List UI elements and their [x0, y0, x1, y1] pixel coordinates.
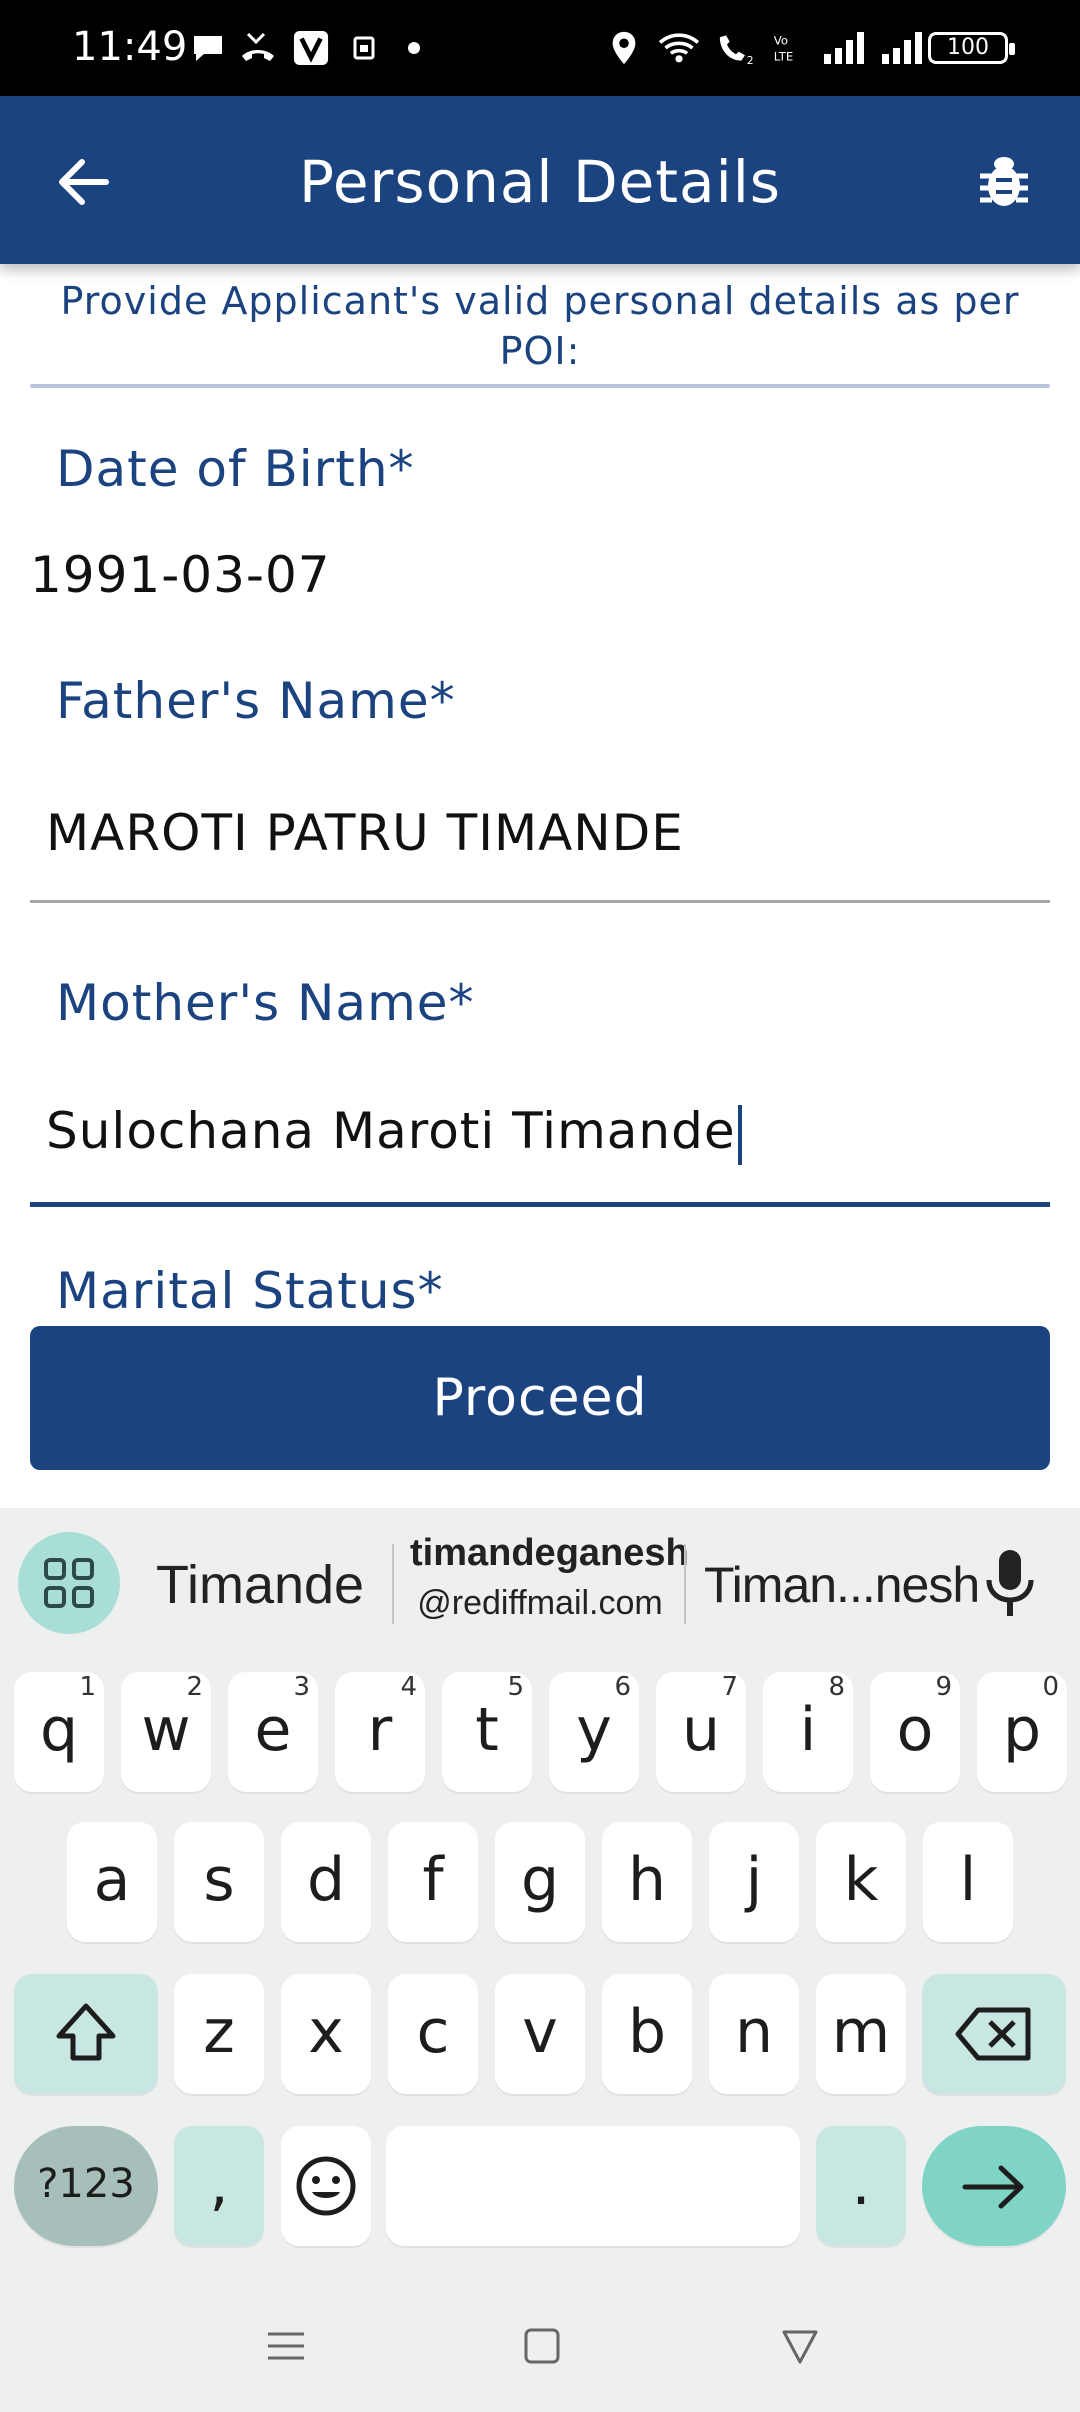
- key-h[interactable]: h: [602, 1822, 692, 1942]
- signal-2-icon: [882, 32, 922, 64]
- mother-name-input[interactable]: Sulochana Maroti Timande: [46, 1102, 742, 1165]
- emoji-key[interactable]: [281, 2126, 371, 2246]
- status-time: 11:49: [72, 24, 188, 70]
- back-nav-icon[interactable]: [776, 2322, 824, 2370]
- on-screen-keyboard: Timande timandeganesh @rediffmail.com Ti…: [0, 1508, 1080, 2284]
- chat-icon: [194, 36, 222, 61]
- divider: [30, 384, 1050, 388]
- dob-field[interactable]: 1991-03-07: [30, 546, 331, 604]
- key-v[interactable]: v: [495, 1974, 585, 2094]
- enter-key[interactable]: [922, 2126, 1066, 2246]
- apps-grid-button[interactable]: [18, 1532, 120, 1634]
- mother-name-text: Sulochana Maroti Timande: [46, 1102, 736, 1160]
- location-icon: [612, 31, 636, 65]
- instruction-text: Provide Applicant's valid personal detai…: [60, 279, 1020, 373]
- key-a[interactable]: a: [67, 1822, 157, 1942]
- svg-text:Vo: Vo: [774, 33, 788, 47]
- suggestion-2-line2: @rediffmail.com: [417, 1584, 663, 1622]
- grid-icon: [44, 1558, 94, 1608]
- backspace-key[interactable]: [922, 1974, 1066, 2094]
- suggestion-3[interactable]: Timan...nesh: [704, 1556, 980, 1614]
- space-key[interactable]: [386, 2126, 800, 2246]
- key-c[interactable]: c: [388, 1974, 478, 2094]
- key-f[interactable]: f: [388, 1822, 478, 1942]
- father-name-underline: [30, 900, 1050, 903]
- key-n[interactable]: n: [709, 1974, 799, 2094]
- suggestion-strip: Timande timandeganesh @rediffmail.com Ti…: [0, 1508, 1080, 1658]
- key-i[interactable]: i8: [763, 1672, 853, 1792]
- marital-status-label: Marital Status*: [56, 1262, 444, 1320]
- key-j[interactable]: j: [709, 1822, 799, 1942]
- period-key[interactable]: .: [816, 2126, 906, 2246]
- key-w[interactable]: w2: [121, 1672, 211, 1792]
- key-z[interactable]: z: [174, 1974, 264, 2094]
- key-l[interactable]: l: [923, 1822, 1013, 1942]
- wifi-icon: [658, 33, 700, 63]
- key-t[interactable]: t5: [442, 1672, 532, 1792]
- key-m[interactable]: m: [816, 1974, 906, 2094]
- suggestion-1[interactable]: Timande: [156, 1554, 364, 1616]
- key-k[interactable]: k: [816, 1822, 906, 1942]
- symbols-key[interactable]: ?123: [14, 2126, 158, 2246]
- system-nav-bar: [0, 2284, 1080, 2412]
- volte-icon: Vo LTE: [774, 33, 793, 64]
- key-u[interactable]: u7: [656, 1672, 746, 1792]
- dob-label: Date of Birth*: [56, 440, 415, 498]
- comma-key[interactable]: ,: [174, 2126, 264, 2246]
- home-nav-icon[interactable]: [518, 2322, 566, 2370]
- dot-icon: [408, 42, 420, 54]
- status-bar: 11:49 2 Vo LTE 100: [0, 0, 1080, 96]
- key-o[interactable]: o9: [870, 1672, 960, 1792]
- key-e[interactable]: e3: [228, 1672, 318, 1792]
- mother-name-label: Mother's Name*: [56, 974, 475, 1032]
- father-name-label: Father's Name*: [56, 672, 456, 730]
- key-d[interactable]: d: [281, 1822, 371, 1942]
- key-q[interactable]: q1: [14, 1672, 104, 1792]
- key-s[interactable]: s: [174, 1822, 264, 1942]
- suggestion-divider: [392, 1544, 394, 1624]
- father-name-input[interactable]: MAROTI PATRU TIMANDE: [46, 804, 684, 862]
- key-y[interactable]: y6: [549, 1672, 639, 1792]
- page-title: Personal Details: [298, 148, 782, 216]
- backspace-icon: [955, 2007, 1031, 2061]
- shift-key[interactable]: [14, 1974, 158, 2094]
- bug-report-icon[interactable]: [972, 150, 1036, 214]
- battery-indicator: 100: [928, 32, 1015, 64]
- signal-1-icon: [824, 32, 864, 64]
- text-cursor: [737, 1104, 742, 1165]
- next-arrow-icon: [962, 2165, 1024, 2209]
- svg-text:2: 2: [747, 54, 754, 66]
- sim-icon: [353, 36, 375, 60]
- microphone-icon[interactable]: [982, 1548, 1038, 1620]
- shift-icon: [56, 2003, 116, 2061]
- svg-text:LTE: LTE: [774, 50, 793, 64]
- key-r[interactable]: r4: [335, 1672, 425, 1792]
- suggestion-2-line1: timandeganesh: [410, 1532, 689, 1574]
- missed-call-icon: [242, 32, 274, 61]
- mother-name-underline: [30, 1202, 1050, 1207]
- emoji-icon: [296, 2156, 356, 2216]
- menu-nav-icon[interactable]: [262, 2322, 310, 2370]
- suggestion-2[interactable]: timandeganesh @rediffmail.com: [410, 1528, 689, 1628]
- app-screen: 11:49 2 Vo LTE 100 Personal Details Provi…: [0, 0, 1080, 2412]
- key-g[interactable]: g: [495, 1822, 585, 1942]
- suggestion-divider: [684, 1544, 686, 1624]
- key-b[interactable]: b: [602, 1974, 692, 2094]
- app-bar: Personal Details: [0, 96, 1080, 264]
- key-x[interactable]: x: [281, 1974, 371, 2094]
- key-p[interactable]: p0: [977, 1672, 1067, 1792]
- proceed-button[interactable]: Proceed: [30, 1326, 1050, 1470]
- wifi-calling-icon: 2: [719, 35, 754, 66]
- v-app-icon: [293, 30, 329, 66]
